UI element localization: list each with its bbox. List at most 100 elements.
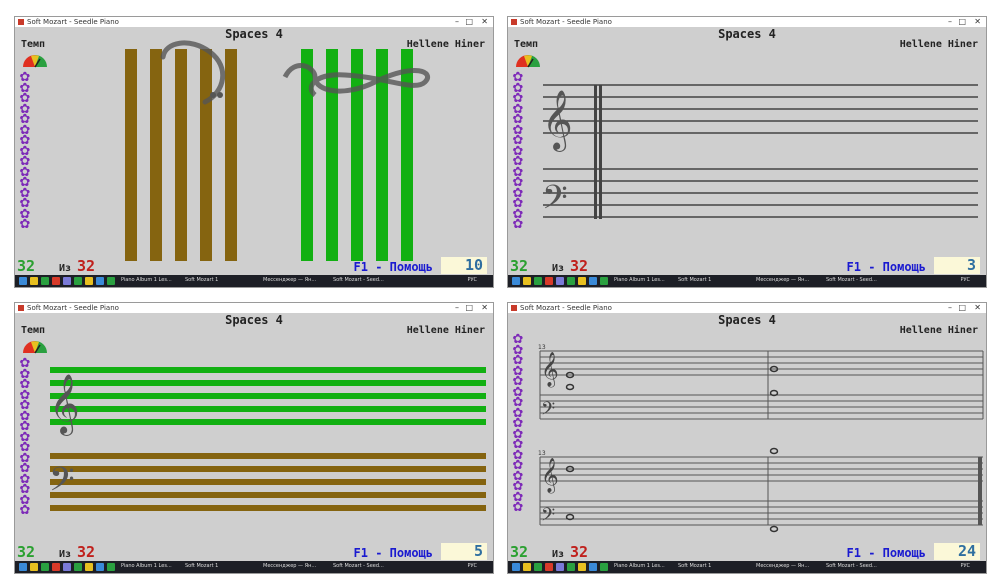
colored-staff-view: 𝄞 𝄢 bbox=[49, 367, 486, 511]
bass-clef-icon: 𝄢 bbox=[542, 179, 568, 225]
taskbar-window-item[interactable]: Soft Mozart - Seed... bbox=[333, 563, 384, 569]
taskbar: Piano Album 1 Les... Soft Mozart 1 Мессенд… bbox=[15, 561, 493, 573]
taskbar-app-icon[interactable] bbox=[41, 563, 49, 571]
taskbar-app-icon[interactable] bbox=[107, 277, 115, 285]
total-exercises: 32 bbox=[570, 257, 589, 275]
taskbar-window-item[interactable]: Мессенджер — Ян... bbox=[756, 563, 809, 569]
taskbar-app-icon[interactable] bbox=[63, 277, 71, 285]
taskbar-app-icon[interactable] bbox=[567, 277, 575, 285]
treble-clef-icon: 𝄞 bbox=[541, 458, 559, 494]
bass-clef-icon: 𝄢 bbox=[541, 505, 555, 530]
green-staff-lines bbox=[50, 367, 486, 425]
brown-staff-lines bbox=[50, 453, 486, 511]
taskbar-app-icon[interactable] bbox=[545, 277, 553, 285]
bass-clef-icon: 𝄢 bbox=[541, 399, 555, 424]
taskbar-window-item[interactable]: Soft Mozart 1 bbox=[185, 563, 218, 569]
treble-clef-icon: 𝄞 bbox=[541, 352, 559, 388]
taskbar: Piano Album 1 Les... Soft Mozart 1 Мессенд… bbox=[15, 275, 493, 287]
taskbar-app-icon[interactable] bbox=[600, 277, 608, 285]
taskbar-app-icon[interactable] bbox=[52, 563, 60, 571]
total-exercises: 32 bbox=[77, 543, 96, 561]
final-barline bbox=[978, 457, 982, 525]
bass-clef-icon: 𝄢 bbox=[49, 461, 75, 507]
taskbar-app-icon[interactable] bbox=[52, 277, 60, 285]
taskbar-app-icon[interactable] bbox=[545, 563, 553, 571]
taskbar-window-item[interactable]: Piano Album 1 Les... bbox=[614, 563, 665, 569]
taskbar-window-item[interactable]: Мессенджер — Ян... bbox=[263, 277, 316, 283]
measure-number: 13 bbox=[538, 450, 546, 457]
taskbar-window-item[interactable]: Piano Album 1 Les... bbox=[614, 277, 665, 283]
taskbar-app-icon[interactable] bbox=[589, 277, 597, 285]
exercise-number: 32 bbox=[17, 257, 36, 275]
taskbar-window-item[interactable]: Мессенджер — Ян... bbox=[756, 277, 809, 283]
taskbar-app-icon[interactable] bbox=[512, 277, 520, 285]
vertical-bars-view bbox=[125, 40, 430, 261]
score-box: 10 bbox=[441, 257, 487, 274]
score-box: 24 bbox=[934, 543, 980, 560]
taskbar-app-icon[interactable] bbox=[19, 277, 27, 285]
taskbar-app-icon[interactable] bbox=[41, 277, 49, 285]
of-label: Из bbox=[59, 263, 72, 274]
app-window-3: Soft Mozart - Seedle Piano – □ ✕ Spaces … bbox=[14, 302, 494, 574]
notation-view: 13 13 𝄞 𝄢 𝄞 𝄢 bbox=[538, 344, 984, 533]
app-window-1: Soft Mozart - Seedle Piano – □ ✕ Spaces … bbox=[14, 16, 494, 288]
exercise-number: 32 bbox=[510, 257, 529, 275]
taskbar-window-item[interactable]: Soft Mozart - Seed... bbox=[826, 563, 877, 569]
taskbar-window-item[interactable]: Soft Mozart - Seed... bbox=[333, 277, 384, 283]
taskbar-app-icon[interactable] bbox=[534, 277, 542, 285]
taskbar-window-item[interactable]: Мессенджер — Ян... bbox=[263, 563, 316, 569]
taskbar-window-item[interactable]: Piano Album 1 Les... bbox=[121, 277, 172, 283]
treble-staff bbox=[543, 84, 978, 134]
taskbar-app-icon[interactable] bbox=[96, 563, 104, 571]
score-box: 3 bbox=[934, 257, 980, 274]
taskbar-app-icon[interactable] bbox=[85, 277, 93, 285]
taskbar-app-icon[interactable] bbox=[578, 563, 586, 571]
system-1 bbox=[539, 350, 984, 420]
taskbar-app-icon[interactable] bbox=[567, 563, 575, 571]
taskbar-app-icon[interactable] bbox=[30, 277, 38, 285]
taskbar-window-item[interactable]: Piano Album 1 Les... bbox=[121, 563, 172, 569]
taskbar-app-icon[interactable] bbox=[512, 563, 520, 571]
taskbar-window-item[interactable]: Soft Mozart 1 bbox=[185, 277, 218, 283]
taskbar-window-item[interactable]: Soft Mozart 1 bbox=[678, 277, 711, 283]
help-hint[interactable]: F1 - Помощь bbox=[354, 260, 433, 274]
exercise-number: 32 bbox=[17, 543, 36, 561]
taskbar-app-icon[interactable] bbox=[96, 277, 104, 285]
taskbar-app-icon[interactable] bbox=[30, 563, 38, 571]
system-2 bbox=[539, 456, 983, 526]
total-exercises: 32 bbox=[77, 257, 96, 275]
of-label: Из bbox=[59, 549, 72, 560]
taskbar-app-icon[interactable] bbox=[85, 563, 93, 571]
taskbar: Piano Album 1 Les... Soft Mozart 1 Мессенд… bbox=[508, 561, 986, 573]
taskbar-app-icon[interactable] bbox=[19, 563, 27, 571]
help-hint[interactable]: F1 - Помощь bbox=[847, 546, 926, 560]
taskbar-language[interactable]: РУС bbox=[960, 563, 970, 569]
taskbar-app-icon[interactable] bbox=[74, 277, 82, 285]
taskbar-app-icon[interactable] bbox=[63, 563, 71, 571]
help-hint[interactable]: F1 - Помощь bbox=[847, 260, 926, 274]
grand-staff-view: 𝄞 𝄢 bbox=[542, 84, 978, 225]
total-exercises: 32 bbox=[570, 543, 589, 561]
taskbar-app-icon[interactable] bbox=[556, 563, 564, 571]
exercise-number: 32 bbox=[510, 543, 529, 561]
taskbar-window-item[interactable]: Soft Mozart - Seed... bbox=[826, 277, 877, 283]
taskbar-app-icon[interactable] bbox=[600, 563, 608, 571]
taskbar-window-item[interactable]: Soft Mozart 1 bbox=[678, 563, 711, 569]
treble-clef-icon: 𝄞 bbox=[49, 374, 80, 436]
help-hint[interactable]: F1 - Помощь bbox=[354, 546, 433, 560]
taskbar-app-icon[interactable] bbox=[589, 563, 597, 571]
taskbar-language[interactable]: РУС bbox=[960, 277, 970, 283]
taskbar: Piano Album 1 Les... Soft Mozart 1 Мессенд… bbox=[508, 275, 986, 287]
barline bbox=[594, 85, 597, 219]
taskbar-app-icon[interactable] bbox=[107, 563, 115, 571]
score-box: 5 bbox=[441, 543, 487, 560]
taskbar-app-icon[interactable] bbox=[74, 563, 82, 571]
taskbar-app-icon[interactable] bbox=[523, 277, 531, 285]
taskbar-language[interactable]: РУС bbox=[467, 277, 477, 283]
taskbar-app-icon[interactable] bbox=[578, 277, 586, 285]
taskbar-app-icon[interactable] bbox=[556, 277, 564, 285]
taskbar-app-icon[interactable] bbox=[534, 563, 542, 571]
taskbar-language[interactable]: РУС bbox=[467, 563, 477, 569]
taskbar-app-icon[interactable] bbox=[523, 563, 531, 571]
bass-staff bbox=[543, 168, 978, 218]
